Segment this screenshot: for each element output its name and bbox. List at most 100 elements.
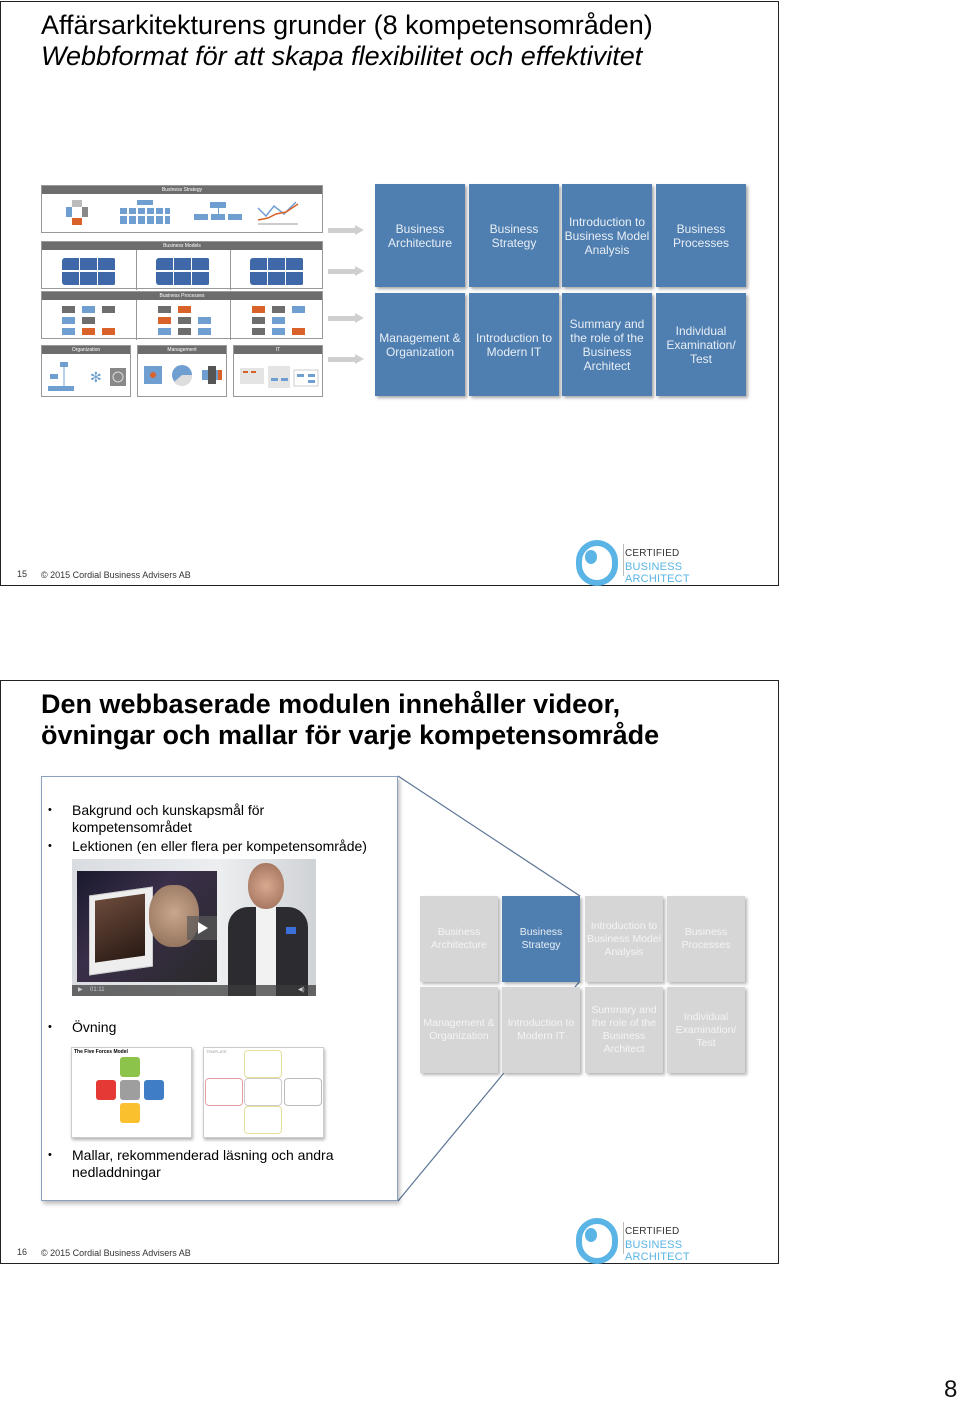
tile-label: Business Processes [672,221,730,250]
tile-label: Introduction to Modern IT [507,1017,575,1042]
tile-business-architecture[interactable]: Business Architecture [375,184,465,287]
slide-16: Den webbaserade modulen innehåller video… [0,680,779,1264]
slide-15: Affärsarkitekturens grunder (8 kompetens… [0,1,779,586]
it-band: IT [234,346,322,354]
tile-label: Summary and the role of the Business Arc… [591,1004,657,1055]
tile-management-organization[interactable]: Management & Organization [420,987,498,1073]
page-number: 8 [944,1376,958,1403]
tile-modern-it[interactable]: Introduction to Modern IT [469,293,559,396]
logo-line2: BUSINESS ARCHITECT [625,561,690,585]
management-icons [144,365,222,387]
it-pane: IT [233,345,323,397]
template-thumbnail[interactable]: TEMPLATE [203,1047,324,1138]
play-small-icon[interactable]: ▶ [78,985,83,996]
logo-dot-icon [585,550,597,564]
strategy-icon-linechart [257,201,299,225]
slide-number: 15 [17,569,28,579]
tile-label: Introduction to Business Model Analysis [586,919,662,958]
bullet-text: nedladdningar [72,1164,161,1180]
business-model-canvas-icon [250,258,304,285]
arrow-right-icon [328,225,364,235]
business-strategy-band: Business Strategy [42,186,322,194]
business-models-band: Business Models [42,242,322,250]
organization-pane: Organization ✻ [41,345,131,397]
tile-business-strategy-active[interactable]: Business Strategy [502,896,580,982]
tile-business-strategy[interactable]: Business Strategy [469,184,559,287]
title-text: Affärsarkitekturens grunder (8 kompetens… [41,10,653,40]
business-model-canvas-icon [156,258,210,285]
certified-business-architect-logo: CERTIFIED BUSINESS ARCHITECT [576,540,746,586]
certified-business-architect-logo: CERTIFIED BUSINESS ARCHITECT [576,1218,746,1264]
bullet-text: kompetensområdet [72,819,192,835]
tile-summary-role[interactable]: Summary and the role of the Business Arc… [562,293,652,396]
arrow-right-icon [328,354,364,364]
bullet-text: Mallar, rekommenderad läsning och andra [72,1147,334,1163]
play-button[interactable] [187,916,217,940]
tile-business-model-analysis[interactable]: Introduction to Business Model Analysis [585,896,663,982]
organization-band: Organization [42,346,130,354]
tile-label: Management & Organization [423,1017,495,1042]
copyright: © 2015 Cordial Business Advisers AB [41,570,191,580]
tile-label: Individual Examination/ Test [675,1010,737,1049]
business-processes-pane: Business Processes [41,291,323,340]
bullet-text: Övning [72,1019,117,1035]
management-pane: Management [137,345,227,397]
module-content-panel: • Bakgrund och kunskapsmål för kompetenso… [41,776,398,1201]
slide-number: 16 [17,1247,28,1257]
arrow-right-icon [328,313,364,323]
thumbnail-title: The Five Forces Model [74,1049,128,1055]
tile-business-model-analysis[interactable]: Introduction to Business Model Analysis [562,184,652,287]
bullet-text: Lektionen (en eller flera per kompetenso… [72,838,367,854]
tile-business-processes[interactable]: Business Processes [667,896,745,982]
logo-line1: CERTIFIED [625,548,680,559]
tile-label: Introduction to Business Model Analysis [564,214,650,257]
svg-text:✻: ✻ [90,370,102,386]
strategy-icon-cross [66,200,88,226]
tile-examination[interactable]: Individual Examination/ Test [656,293,746,396]
strategy-icon-hierarchy [194,202,242,222]
tile-label: Individual Examination/ Test [666,323,736,366]
logo-dot-icon [585,1228,597,1242]
business-processes-band: Business Processes [42,292,322,300]
tile-label: Management & Organization [379,330,461,359]
tile-label: Business Strategy [519,926,563,951]
process-icons [62,306,305,335]
arrow-right-icon [328,266,364,276]
tile-management-organization[interactable]: Management & Organization [375,293,465,396]
five-forces-thumbnail[interactable]: The Five Forces Model [71,1047,192,1138]
thumbnail-title: TEMPLATE [206,1049,227,1054]
tile-business-architecture[interactable]: Business Architecture [420,896,498,982]
tile-business-processes[interactable]: Business Processes [656,184,746,287]
tile-label: Business Strategy [489,221,539,250]
play-icon [198,922,208,934]
business-model-canvas-icon [62,258,116,285]
business-models-pane: Business Models [41,241,323,290]
tile-examination[interactable]: Individual Examination/ Test [667,987,745,1073]
video-controls: ▶ 01:11 ◀) [72,985,316,996]
bullet-text: Bakgrund och kunskapsmål för [72,802,265,818]
slide-title: Affärsarkitekturens grunder (8 kompetens… [41,10,653,72]
tile-label: Summary and the role of the Business Arc… [569,316,645,373]
strategy-icon-orgtable [120,200,170,226]
subtitle-text: Webbformat för att skapa flexibilitet oc… [41,41,643,71]
video-time: 01:11 [90,987,105,993]
logo-ring-icon [576,540,618,586]
business-strategy-pane: Business Strategy [41,185,323,233]
architecture-diagram: Business Strategy Business Models Busine… [41,185,323,397]
tile-label: Introduction to Modern IT [475,330,553,359]
logo-line2: BUSINESS ARCHITECT [625,1239,690,1263]
copyright: © 2015 Cordial Business Advisers AB [41,1248,191,1258]
org-chart-icon: ✻ [48,362,126,391]
tile-modern-it[interactable]: Introduction to Modern IT [502,987,580,1073]
tile-label: Business Architecture [387,221,453,250]
tile-label: Business Architecture [430,926,488,951]
video-player[interactable]: ▶ 01:11 ◀) [72,859,316,996]
logo-ring-icon [576,1218,618,1264]
tile-label: Business Processes [681,926,731,951]
presenter-image [222,863,312,996]
it-icons [240,366,319,388]
logo-line1: CERTIFIED [625,1226,680,1237]
tile-summary-role[interactable]: Summary and the role of the Business Arc… [585,987,663,1073]
volume-icon[interactable]: ◀) [298,985,305,996]
management-band: Management [138,346,226,354]
